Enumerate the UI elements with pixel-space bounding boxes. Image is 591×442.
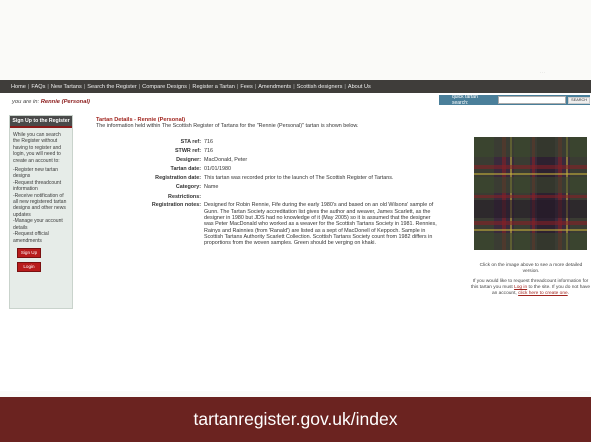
nav-separator: | [138,83,141,90]
nav-link[interactable]: Register a Tartan [192,84,235,90]
breadcrumb-prefix: you are in: [12,99,40,105]
detail-row: Tartan date: 01/01/1980 [96,166,441,172]
detail-label: Restrictions: [168,193,201,200]
detail-value: Name [204,184,219,191]
list-item: -Request threadcount information [13,179,62,193]
detail-row: STA ref: 716 [96,139,441,145]
nav-link[interactable]: Compare Designs [142,84,187,90]
quick-search: quick tartan search: SEARCH [439,94,590,106]
login-link[interactable]: Log in [514,285,527,290]
tartan-stripe [474,200,587,218]
detail-row: Registration notes: Designed for Robin Re… [96,202,441,246]
list-item: -Manage your account details [13,218,63,231]
tartan-details: STA ref: 716 STWR ref: 716 Designer: MacDonal… [96,139,441,249]
detail-label: Designer: [176,157,201,164]
detail-value: 01/01/1980 [204,166,231,173]
request-text-3: . [567,291,570,296]
page-subtitle: The information held within The Scottish… [96,123,359,129]
swatch-caption: Click on the image above to see a more d… [479,263,583,274]
main-nav: Home | FAQs | New Tartans | Search the Registe… [0,80,591,93]
tartan-stripe [474,173,587,175]
nav-separator: | [236,83,239,90]
nav-separator: | [188,83,191,90]
nav-link[interactable]: Fees [240,84,252,90]
nav-link[interactable]: New Tartans [51,84,82,90]
list-item: -Receive notification of all new registe… [13,192,67,218]
tartan-stripe [474,177,587,193]
sidebar-intro: While you can search the Register withou… [13,132,62,164]
detail-value: 716 [204,139,213,145]
tartan-stripe [474,221,587,225]
slide-background: ... [0,0,591,80]
detail-value: MacDonald, Peter [204,157,248,164]
detail-value: 716 [204,148,213,155]
nav-separator: | [83,83,86,90]
tartan-stripe [474,229,587,231]
nav-separator: | [47,83,49,90]
threadcount-request-note: If you would like to request threadcount… [470,279,591,297]
signup-button[interactable]: Sign Up [17,247,41,258]
detail-value: Designed for Robin Rennie, Fife during t… [204,202,437,247]
page-content: you are in: Rennie (Personal) quick tart… [0,93,591,391]
nav-link[interactable]: Scottish designers [297,84,343,90]
tartan-stripe [474,137,587,157]
login-button[interactable]: Login [17,261,41,272]
quick-search-button[interactable]: SEARCH [568,96,590,104]
quick-search-label: quick tartan search: [452,94,478,106]
list-item: -Request official amendments [13,231,49,244]
detail-row: Category: Name [96,184,441,190]
nav-link[interactable]: Home [11,84,26,90]
nav-link[interactable]: About Us [348,84,371,90]
url-banner: tartanregister.gov.uk/index [0,397,591,442]
nav-link[interactable]: Search the Register [87,84,136,90]
detail-value: This tartan was recorded prior to the la… [204,175,394,182]
signup-sidebar: Sign Up to the Register While you can se… [9,115,73,309]
detail-label: STWR ref: [174,148,201,155]
detail-label: Tartan date: [170,166,201,173]
detail-row: STWR ref: 716 [96,148,441,154]
sidebar-benefits: -Register new tartan designs -Request th… [10,164,72,244]
detail-label: Registration date: [155,175,201,182]
nav-separator: | [344,83,346,90]
create-account-link[interactable]: click here to create one [518,291,568,296]
detail-label: Category: [175,184,201,191]
nav-separator: | [27,83,30,90]
detail-label: Registration notes: [151,202,201,209]
detail-label: STA ref: [180,139,201,145]
nav-link[interactable]: Amendments [258,84,291,90]
nav-separator: | [254,83,257,90]
nav-separator: | [293,83,295,90]
site-brand-mark: ... [540,69,547,74]
quick-search-input[interactable] [498,96,567,104]
detail-row: Registration date: This tartan was record… [96,175,441,181]
tartan-stripe [474,165,587,169]
tartan-stripe [474,195,587,198]
tartan-stripe [474,233,587,250]
detail-row: Restrictions: [96,194,441,200]
list-item: -Register new tartan designs [13,167,59,180]
detail-row: Designer: MacDonald, Peter [96,157,441,163]
breadcrumb-current[interactable]: Rennie (Personal) [41,99,90,105]
tartan-swatch-image[interactable] [474,137,587,250]
sidebar-heading: Sign Up to the Register [10,116,72,128]
nav-link[interactable]: FAQs [31,84,45,90]
breadcrumb: you are in: Rennie (Personal) [12,99,90,105]
